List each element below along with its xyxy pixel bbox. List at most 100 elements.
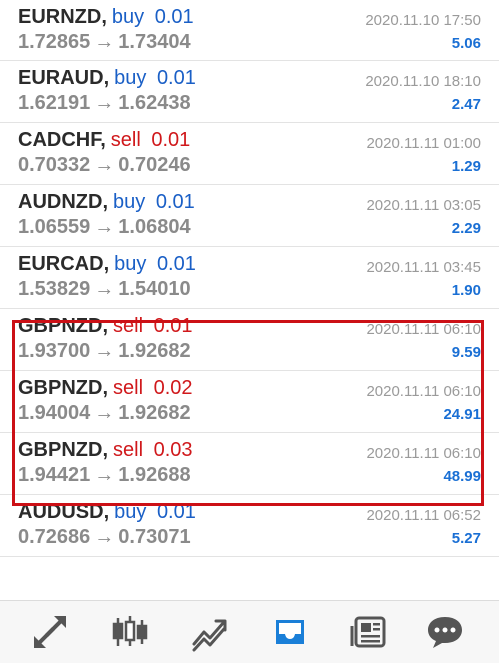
order-type: sell [113, 315, 144, 337]
nav-quotes[interactable] [10, 601, 90, 663]
order-type: buy [114, 253, 147, 275]
order-lots: 0.01 [156, 253, 196, 275]
open-price: 0.72686 [18, 526, 91, 548]
order-profit: 48.99 [443, 468, 481, 485]
open-price: 1.94421 [18, 464, 91, 486]
order-prices: 1.06559 → 1.06804 [18, 216, 191, 239]
order-profit: 1.29 [451, 158, 481, 175]
order-prices: 1.72865 → 1.73404 [18, 31, 191, 54]
close-price: 0.70246 [118, 154, 191, 176]
order-time: 2020.11.11 06:10 [366, 383, 481, 400]
order-lots: 0.01 [153, 315, 193, 337]
order-type: buy [111, 6, 145, 28]
order-lots: 0.01 [156, 501, 196, 523]
messages-icon [428, 617, 462, 648]
order-symbol: EURNZD [18, 6, 102, 28]
close-price: 1.73404 [118, 31, 191, 53]
order-type: sell [110, 129, 141, 151]
close-price: 1.92688 [118, 464, 191, 486]
order-time: 2020.11.11 06:10 [366, 445, 481, 462]
order-time: 2020.11.11 03:05 [366, 197, 481, 214]
order-symbol: GBPNZD [18, 377, 103, 399]
arrow-right-icon: → [94, 340, 115, 362]
history-row[interactable]: GBPNZD, sell 0.03 1.94421 → 1.92688 2020.11… [0, 433, 499, 495]
open-price: 1.94004 [18, 402, 91, 424]
order-symbol: EURCAD [18, 253, 104, 275]
order-profit: 5.06 [451, 35, 481, 52]
close-price: 1.92682 [118, 402, 191, 424]
order-time: 2020.11.10 17:50 [365, 12, 481, 29]
chart-icon [112, 616, 148, 646]
order-title: EURNZD, buy 0.01 [18, 6, 194, 28]
open-price: 1.93700 [18, 340, 91, 362]
order-title: GBPNZD, sell 0.02 [18, 377, 193, 399]
order-lots: 0.03 [153, 439, 193, 461]
order-symbol: EURAUD [18, 67, 104, 89]
order-symbol: CADCHF [18, 129, 101, 151]
history-row[interactable]: CADCHF, sell 0.01 0.70332 → 0.70246 2020.11… [0, 123, 499, 185]
close-price: 1.92682 [118, 340, 191, 362]
order-symbol: AUDUSD [18, 501, 104, 523]
order-symbol: AUDNZD [18, 191, 103, 213]
order-title: EURCAD, buy 0.01 [18, 253, 196, 275]
trade-icon [192, 619, 227, 652]
history-row[interactable]: GBPNZD, sell 0.01 1.93700 → 1.92682 2020.11… [0, 309, 499, 371]
history-row[interactable]: AUDNZD, buy 0.01 1.06559 → 1.06804 2020.11.… [0, 185, 499, 247]
order-symbol: GBPNZD [18, 315, 103, 337]
order-type: sell [113, 439, 144, 461]
order-lots: 0.02 [153, 377, 193, 399]
order-type: sell [113, 377, 144, 399]
order-type: buy [114, 67, 147, 89]
history-row[interactable]: GBPNZD, sell 0.02 1.94004 → 1.92682 2020.11… [0, 371, 499, 433]
open-price: 1.62191 [18, 92, 91, 114]
order-prices: 0.72686 → 0.73071 [18, 526, 191, 549]
order-symbol: GBPNZD [18, 439, 103, 461]
order-title: EURAUD, buy 0.01 [18, 67, 196, 89]
nav-messages[interactable] [405, 601, 485, 663]
history-order-list: EURNZD, buy 0.01 1.72865 → 1.73404 2020.11.… [0, 0, 499, 557]
open-price: 1.06559 [18, 216, 91, 238]
order-time: 2020.11.11 03:45 [366, 259, 481, 276]
order-profit: 9.59 [451, 344, 481, 361]
order-type: buy [114, 501, 147, 523]
order-title: CADCHF, sell 0.01 [18, 129, 191, 151]
order-title: GBPNZD, sell 0.03 [18, 439, 193, 461]
nav-history[interactable] [250, 601, 330, 663]
close-price: 1.62438 [118, 92, 191, 114]
order-prices: 0.70332 → 0.70246 [18, 154, 191, 177]
order-title: AUDNZD, buy 0.01 [18, 191, 195, 213]
arrow-right-icon: → [94, 526, 115, 548]
order-time: 2020.11.11 06:52 [366, 507, 481, 524]
order-time: 2020.11.10 18:10 [365, 73, 481, 90]
history-row[interactable]: EURCAD, buy 0.01 1.53829 → 1.54010 2020.11.… [0, 247, 499, 309]
order-profit: 2.47 [451, 96, 481, 113]
order-prices: 1.93700 → 1.92682 [18, 340, 191, 363]
nav-chart[interactable] [90, 601, 170, 663]
order-lots: 0.01 [154, 6, 194, 28]
nav-news[interactable] [330, 601, 410, 663]
history-row[interactable]: EURAUD, buy 0.01 1.62191 → 1.62438 2020.11.… [0, 61, 499, 123]
history-icon [276, 620, 304, 644]
order-time: 2020.11.11 06:10 [366, 321, 481, 338]
news-icon [350, 616, 386, 648]
history-row[interactable]: AUDUSD, buy 0.01 0.72686 → 0.73071 2020.11.… [0, 495, 499, 557]
arrow-right-icon: → [94, 402, 115, 424]
nav-trade[interactable] [170, 601, 250, 663]
order-prices: 1.94004 → 1.92682 [18, 402, 191, 425]
arrow-right-icon: → [94, 216, 115, 238]
open-price: 0.70332 [18, 154, 91, 176]
close-price: 1.54010 [118, 278, 191, 300]
open-price: 1.53829 [18, 278, 91, 300]
order-prices: 1.62191 → 1.62438 [18, 92, 191, 115]
order-type: buy [113, 191, 146, 213]
arrow-right-icon: → [94, 31, 115, 53]
order-profit: 24.91 [443, 406, 481, 423]
order-lots: 0.01 [155, 191, 195, 213]
order-profit: 1.90 [451, 282, 481, 299]
order-title: GBPNZD, sell 0.01 [18, 315, 193, 337]
order-lots: 0.01 [156, 67, 196, 89]
history-row[interactable]: EURNZD, buy 0.01 1.72865 → 1.73404 2020.11.… [0, 0, 499, 61]
close-price: 0.73071 [118, 526, 191, 548]
arrow-right-icon: → [94, 92, 115, 114]
order-profit: 2.29 [451, 220, 481, 237]
